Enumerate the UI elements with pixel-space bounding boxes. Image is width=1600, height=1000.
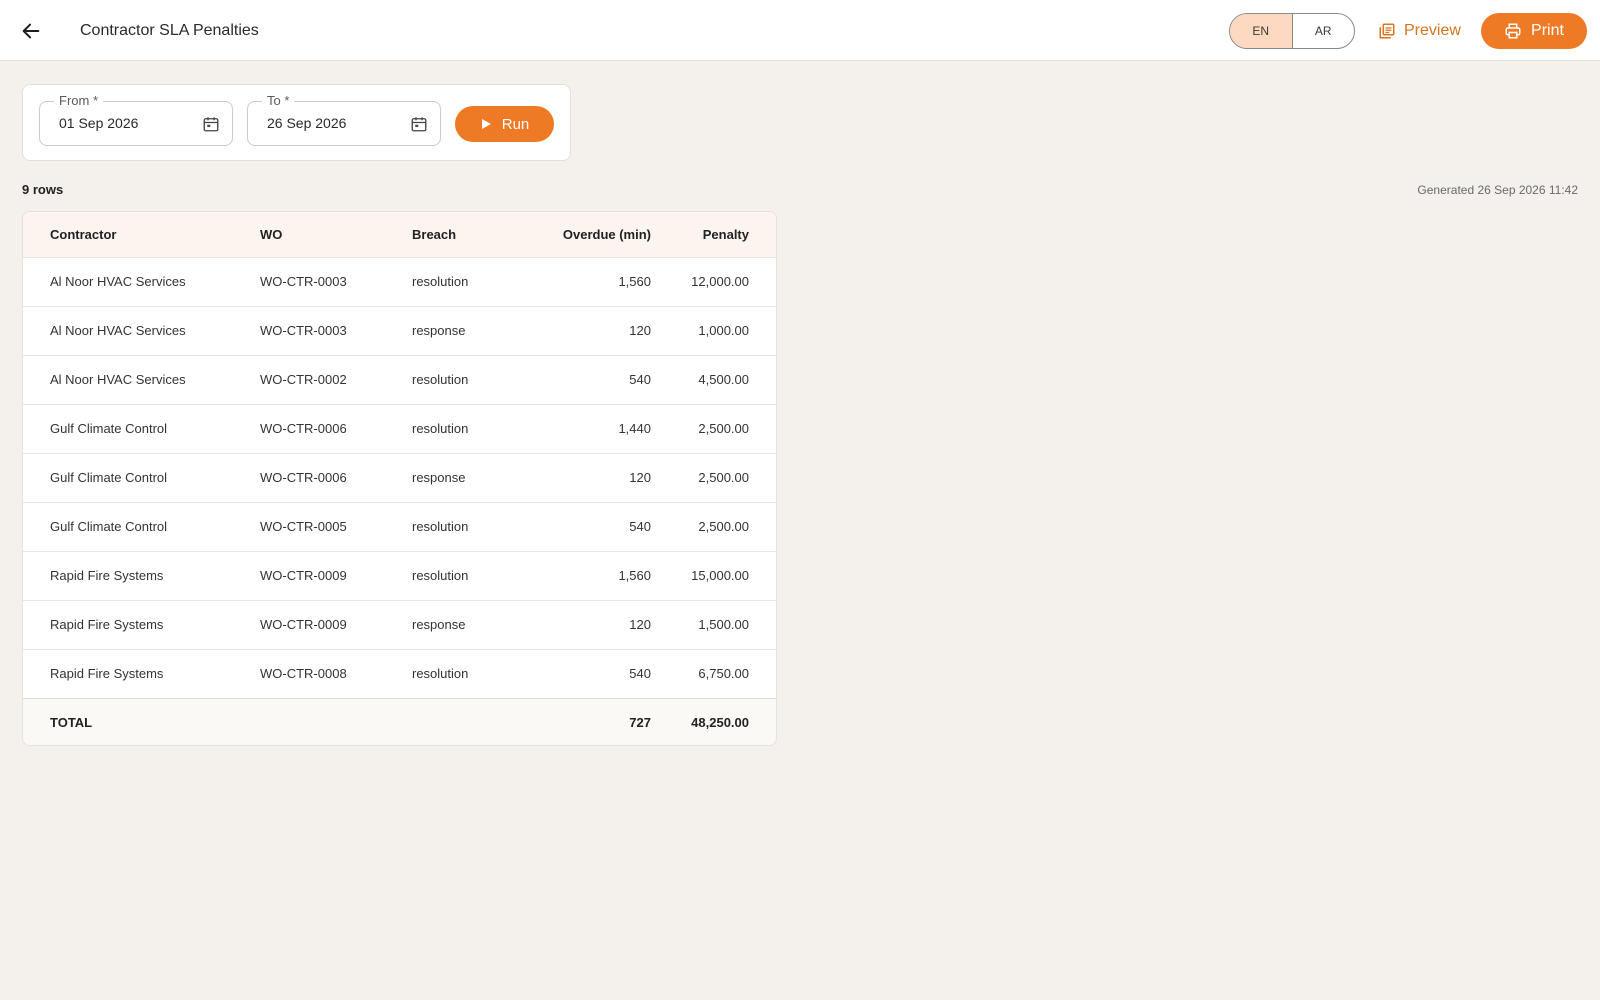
run-button[interactable]: Run — [455, 106, 554, 142]
table-row[interactable]: Al Noor HVAC Services WO-CTR-0002 resoluti… — [23, 354, 776, 404]
penalties-table: Contractor WO Breach Overdue (min) Penal… — [22, 211, 777, 746]
cell-contractor: Al Noor HVAC Services — [23, 256, 260, 306]
table-row[interactable]: Rapid Fire Systems WO-CTR-0009 resolution 1… — [23, 550, 776, 600]
cell-contractor: Al Noor HVAC Services — [23, 305, 260, 355]
cell-overdue: 120 — [518, 452, 651, 502]
cell-penalty: 2,500.00 — [651, 403, 776, 453]
cell-penalty: 1,000.00 — [651, 305, 776, 355]
preview-button[interactable]: Preview — [1374, 15, 1465, 47]
calendar-icon[interactable] — [410, 115, 428, 133]
table-row[interactable]: Gulf Climate Control WO-CTR-0006 resolutio… — [23, 403, 776, 453]
total-overdue: 727 — [518, 697, 651, 745]
preview-icon — [1379, 23, 1395, 39]
arrow-left-icon — [22, 23, 40, 39]
cell-overdue: 120 — [518, 599, 651, 649]
cell-penalty: 12,000.00 — [651, 256, 776, 306]
cell-wo: WO-CTR-0003 — [260, 256, 412, 306]
print-label: Print — [1531, 22, 1564, 39]
cell-overdue: 540 — [518, 501, 651, 551]
app-bar: Contractor SLA Penalties EN AR Preview P… — [0, 0, 1600, 61]
table-row[interactable]: Rapid Fire Systems WO-CTR-0008 resolution 5… — [23, 648, 776, 698]
cell-penalty: 4,500.00 — [651, 354, 776, 404]
total-breach-empty — [412, 697, 518, 745]
table-row[interactable]: Gulf Climate Control WO-CTR-0005 resolutio… — [23, 501, 776, 551]
cell-overdue: 1,440 — [518, 403, 651, 453]
from-date-label: From * — [54, 93, 103, 109]
cell-penalty: 1,500.00 — [651, 599, 776, 649]
table-row[interactable]: Gulf Climate Control WO-CTR-0006 response 1… — [23, 452, 776, 502]
lang-option-en[interactable]: EN — [1230, 14, 1293, 48]
printer-icon — [1505, 23, 1521, 39]
column-header-penalty[interactable]: Penalty — [651, 212, 776, 257]
cell-wo: WO-CTR-0009 — [260, 550, 412, 600]
cell-contractor: Gulf Climate Control — [23, 403, 260, 453]
column-header-overdue[interactable]: Overdue (min) — [518, 212, 651, 257]
run-label: Run — [501, 115, 530, 133]
cell-overdue: 1,560 — [518, 256, 651, 306]
to-date-input[interactable] — [267, 115, 407, 131]
cell-overdue: 540 — [518, 354, 651, 404]
lang-option-ar[interactable]: AR — [1293, 14, 1355, 48]
cell-wo: WO-CTR-0008 — [260, 648, 412, 698]
total-penalty: 48,250.00 — [651, 697, 776, 745]
table-header-row: Contractor WO Breach Overdue (min) Penal… — [23, 212, 776, 257]
calendar-icon[interactable] — [202, 115, 220, 133]
cell-contractor: Gulf Climate Control — [23, 452, 260, 502]
page-title: Contractor SLA Penalties — [80, 22, 259, 39]
cell-breach: resolution — [412, 648, 518, 698]
cell-wo: WO-CTR-0005 — [260, 501, 412, 551]
cell-penalty: 2,500.00 — [651, 452, 776, 502]
cell-breach: resolution — [412, 256, 518, 306]
cell-contractor: Rapid Fire Systems — [23, 648, 260, 698]
from-date-input[interactable] — [59, 115, 199, 131]
to-date-field[interactable]: To * — [247, 93, 441, 146]
cell-penalty: 6,750.00 — [651, 648, 776, 698]
table-row[interactable]: Al Noor HVAC Services WO-CTR-0003 response… — [23, 305, 776, 355]
print-button[interactable]: Print — [1481, 13, 1587, 49]
cell-breach: response — [412, 305, 518, 355]
cell-overdue: 120 — [518, 305, 651, 355]
from-date-field[interactable]: From * — [39, 93, 233, 146]
total-wo-empty — [260, 697, 412, 745]
cell-wo: WO-CTR-0009 — [260, 599, 412, 649]
cell-breach: response — [412, 599, 518, 649]
cell-contractor: Al Noor HVAC Services — [23, 354, 260, 404]
cell-breach: resolution — [412, 501, 518, 551]
cell-penalty: 2,500.00 — [651, 501, 776, 551]
row-count: 9 rows — [22, 182, 64, 197]
column-header-breach[interactable]: Breach — [412, 212, 518, 257]
cell-overdue: 1,560 — [518, 550, 651, 600]
cell-contractor: Rapid Fire Systems — [23, 550, 260, 600]
total-label: TOTAL — [23, 697, 260, 745]
table-row[interactable]: Al Noor HVAC Services WO-CTR-0003 resoluti… — [23, 256, 776, 306]
table-row[interactable]: Rapid Fire Systems WO-CTR-0009 response 120… — [23, 599, 776, 649]
to-date-label: To * — [262, 93, 295, 109]
cell-wo: WO-CTR-0002 — [260, 354, 412, 404]
play-icon — [481, 119, 491, 129]
cell-wo: WO-CTR-0006 — [260, 403, 412, 453]
filter-card: From * To * Run — [22, 84, 571, 161]
column-header-contractor[interactable]: Contractor — [23, 212, 260, 257]
cell-penalty: 15,000.00 — [651, 550, 776, 600]
back-button[interactable] — [14, 14, 48, 48]
cell-wo: WO-CTR-0006 — [260, 452, 412, 502]
cell-breach: resolution — [412, 354, 518, 404]
cell-contractor: Rapid Fire Systems — [23, 599, 260, 649]
language-toggle: EN AR — [1229, 13, 1355, 49]
preview-label: Preview — [1404, 22, 1461, 39]
column-header-wo[interactable]: WO — [260, 212, 412, 257]
table-total-row: TOTAL 727 48,250.00 — [23, 697, 776, 745]
cell-wo: WO-CTR-0003 — [260, 305, 412, 355]
cell-breach: response — [412, 452, 518, 502]
generated-timestamp: Generated 26 Sep 2026 11:42 — [1417, 183, 1578, 197]
cell-breach: resolution — [412, 403, 518, 453]
cell-overdue: 540 — [518, 648, 651, 698]
cell-breach: resolution — [412, 550, 518, 600]
cell-contractor: Gulf Climate Control — [23, 501, 260, 551]
